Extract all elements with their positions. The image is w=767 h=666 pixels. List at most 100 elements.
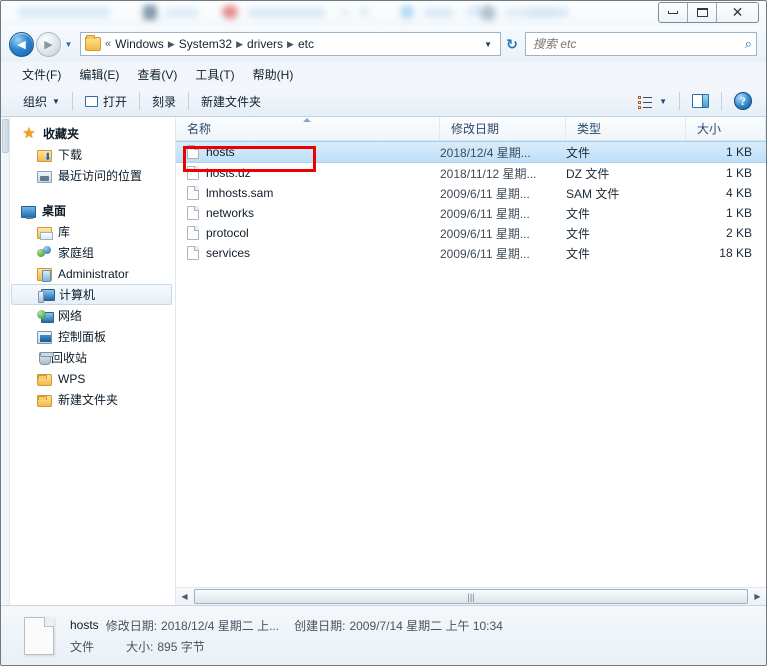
recent-pages-button[interactable]: ▼	[62, 40, 75, 49]
refresh-button[interactable]: ↻	[501, 32, 523, 56]
sidebar-item-control-panel[interactable]: 控制面板	[11, 326, 175, 347]
breadcrumb-crumb-windows[interactable]: Windows	[115, 37, 164, 51]
scroll-right-arrow-icon[interactable]: ▶	[749, 588, 766, 605]
details-size-label: 大小:	[126, 639, 154, 654]
toolbar-separator	[721, 92, 722, 110]
toolbar-separator	[138, 92, 140, 110]
sidebar-item-new-folder[interactable]: 新建文件夹	[11, 389, 175, 410]
file-name: protocol	[206, 226, 249, 240]
table-row[interactable]: hosts.dz 2018/11/12 星期... DZ 文件 1 KB	[176, 163, 766, 183]
breadcrumb-separator-icon[interactable]: ▶	[287, 39, 294, 50]
preview-pane-button[interactable]	[684, 90, 717, 112]
search-box[interactable]: ⌕	[525, 32, 757, 56]
file-name-cell: hosts.dz	[176, 166, 440, 180]
sidebar-scrollbar-thumb[interactable]	[2, 119, 9, 153]
view-list-icon	[638, 95, 653, 109]
file-size: 1 KB	[725, 166, 752, 180]
toolbar-separator	[71, 92, 73, 110]
close-button[interactable]: ✕	[717, 3, 758, 22]
column-header-date-modified[interactable]: 修改日期	[440, 117, 566, 140]
breadcrumb-separator-icon[interactable]: ▶	[236, 39, 243, 50]
sidebar-item-label: 库	[58, 225, 71, 239]
search-input[interactable]	[533, 37, 745, 51]
file-type: 文件	[566, 226, 591, 241]
column-header-label: 类型	[577, 122, 602, 136]
search-icon[interactable]: ⌕	[745, 36, 752, 52]
sidebar-item-label: 最近访问的位置	[58, 169, 143, 183]
forward-button[interactable]: ▶	[36, 31, 61, 57]
scroll-left-arrow-icon[interactable]: ◀	[176, 588, 193, 605]
file-name: hosts	[206, 145, 235, 159]
toolbar-right-group: ▼ ?	[630, 86, 766, 116]
horizontal-scrollbar[interactable]: ◀ ||| ▶	[176, 587, 766, 605]
organize-button[interactable]: 组织 ▼	[15, 90, 68, 112]
toolbar-separator	[679, 92, 680, 110]
details-modified-label: 修改日期:	[105, 618, 158, 633]
column-header-size[interactable]: 大小	[686, 117, 766, 140]
minimize-icon	[668, 11, 678, 14]
menu-help[interactable]: 帮助(H)	[244, 64, 303, 85]
horizontal-scrollbar-thumb[interactable]: |||	[194, 589, 748, 604]
chevron-down-icon: ▼	[659, 96, 667, 106]
change-view-button[interactable]: ▼	[630, 90, 675, 112]
column-header-label: 名称	[187, 122, 212, 136]
sidebar-item-recent-places[interactable]: 最近访问的位置	[11, 165, 175, 186]
breadcrumb-crumb-drivers[interactable]: drivers	[247, 37, 283, 51]
sidebar-item-desktop[interactable]: 桌面	[11, 200, 175, 221]
menu-file[interactable]: 文件(F)	[13, 64, 70, 85]
sidebar-scrollbar[interactable]	[1, 117, 10, 605]
sidebar-item-homegroup[interactable]: 家庭组	[11, 242, 175, 263]
sidebar-item-recycle-bin[interactable]: 回收站	[11, 347, 175, 368]
table-row[interactable]: lmhosts.sam 2009/6/11 星期... SAM 文件 4 KB	[176, 183, 766, 203]
file-name-cell: hosts	[176, 145, 440, 159]
breadcrumb-crumb-system32[interactable]: System32	[179, 37, 232, 51]
file-size: 1 KB	[725, 206, 752, 220]
open-button[interactable]: 打开	[77, 90, 135, 112]
file-list-pane: 名称 修改日期 类型 大小 hosts 2018/12/4 星期... 文件 1…	[176, 117, 766, 605]
blurred-browser-strip	[0, 0, 767, 26]
recycle-bin-icon	[39, 351, 54, 365]
column-header-name[interactable]: 名称	[176, 117, 440, 140]
sidebar-item-label: 新建文件夹	[58, 393, 119, 407]
file-name-cell: services	[176, 246, 440, 260]
new-folder-button[interactable]: 新建文件夹	[193, 90, 269, 112]
column-header-type[interactable]: 类型	[566, 117, 686, 140]
file-name: hosts.dz	[206, 166, 251, 180]
table-row[interactable]: hosts 2018/12/4 星期... 文件 1 KB	[176, 141, 766, 163]
open-label: 打开	[102, 94, 127, 109]
sidebar-item-favorites[interactable]: ★ 收藏夹	[11, 123, 175, 144]
sidebar-item-libraries[interactable]: 库	[11, 221, 175, 242]
toolbar: 组织 ▼ 打开 刻录 新建文件夹 ▼ ?	[1, 86, 766, 117]
menu-edit[interactable]: 编辑(E)	[70, 64, 128, 85]
details-created-value: 2009/7/14 星期二 上午 10:34	[349, 618, 503, 633]
help-button[interactable]: ?	[726, 90, 766, 112]
sidebar-item-label: 下载	[58, 148, 83, 162]
table-row[interactable]: protocol 2009/6/11 星期... 文件 2 KB	[176, 223, 766, 243]
file-icon	[187, 166, 199, 180]
navigation-pane: ★ 收藏夹 下载 最近访问的位置 桌面 库 家庭组	[1, 117, 176, 605]
sidebar-item-label: 控制面板	[58, 330, 107, 344]
menu-tools[interactable]: 工具(T)	[186, 64, 243, 85]
chevron-down-icon[interactable]: ▼	[478, 40, 498, 49]
sidebar-item-network[interactable]: 网络	[11, 305, 175, 326]
burn-button[interactable]: 刻录	[144, 90, 184, 112]
back-button[interactable]: ◀	[9, 31, 34, 57]
sidebar-item-administrator[interactable]: Administrator	[11, 263, 175, 284]
breadcrumb-overflow-icon[interactable]: «	[105, 38, 111, 50]
table-row[interactable]: networks 2009/6/11 星期... 文件 1 KB	[176, 203, 766, 223]
maximize-button[interactable]	[688, 3, 717, 22]
sidebar-item-downloads[interactable]: 下载	[11, 144, 175, 165]
breadcrumb-crumb-etc[interactable]: etc	[298, 37, 314, 51]
breadcrumb[interactable]: « Windows ▶ System32 ▶ drivers ▶ etc ▼	[80, 32, 501, 56]
table-row[interactable]: services 2009/6/11 星期... 文件 18 KB	[176, 243, 766, 263]
sidebar-item-wps[interactable]: WPS	[11, 368, 175, 389]
details-line-1: hosts 修改日期: 2018/12/4 星期二 上... 创建日期: 200…	[70, 617, 503, 634]
minimize-button[interactable]	[659, 3, 688, 22]
breadcrumb-separator-icon[interactable]: ▶	[168, 39, 175, 50]
menu-view[interactable]: 查看(V)	[128, 64, 186, 85]
close-icon: ✕	[731, 4, 744, 21]
sidebar-item-computer[interactable]: 计算机	[11, 284, 172, 305]
download-folder-icon	[37, 149, 52, 163]
file-size: 4 KB	[725, 186, 752, 200]
library-icon	[37, 226, 53, 240]
